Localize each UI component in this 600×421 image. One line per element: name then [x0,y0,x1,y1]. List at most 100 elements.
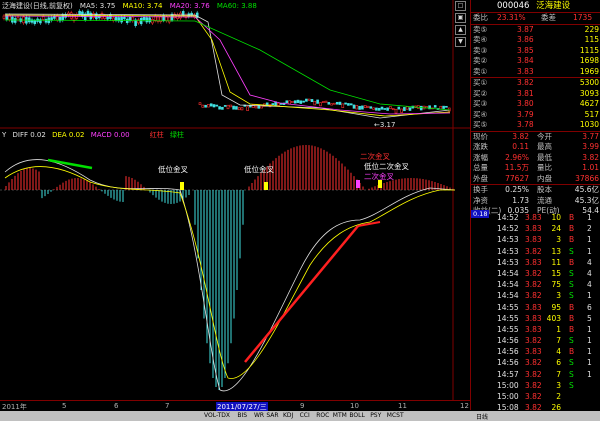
stat-label: 现价 [473,131,488,141]
buy-volume: 1030 [579,120,599,129]
chart-nav: □ ▣ ▲ ▼ [455,1,467,49]
tab-psy[interactable]: PSY [370,412,381,419]
tab-vol-tdx[interactable]: VOL-TDX [204,412,230,419]
candle-body [389,106,392,110]
axis-label-6: 6 [114,402,119,410]
candle-body [349,103,353,106]
axis-label-9: 9 [300,402,305,410]
candle-body [285,100,289,104]
tick-side: S [569,268,574,278]
tick-time: 14:53 [497,235,519,245]
sell-price: 3.87 [517,24,534,34]
buy-volume: 5300 [579,78,599,87]
candle-body [198,102,202,105]
stat-row: 换手 0.25% 股本 45.6亿 [471,185,600,196]
stat-row: 涨跌 0.11 最高 3.99 [471,142,600,153]
candle-body [377,107,381,111]
buy-row: 买② 3.81 3093 [471,89,600,100]
tab-bis[interactable]: BIS [237,412,247,419]
tick-time: 14:56 [497,358,519,368]
annotation-second-cross-magenta: 二次金叉 [364,172,394,181]
tick-volume: 11 [551,257,561,267]
tab-mcst[interactable]: MCST [387,412,404,419]
sell-row: 卖① 3.83 1969 [471,67,600,78]
tick-row: 14:55 3.83 95 B 6 [471,302,600,313]
tick-count: 1 [587,246,592,256]
tick-time: 14:54 [497,268,519,278]
ma10-value: MA10: 3.74 [122,2,163,10]
tick-price: 3.83 [525,313,542,323]
candle-body [347,103,350,106]
candle-body [13,18,17,23]
candle-body [142,16,146,21]
candle-body [333,102,336,105]
tick-price: 3.83 [525,324,542,334]
sell-label: 卖④ [473,35,488,44]
tick-volume: 10 [551,213,561,222]
candle-body [433,105,437,108]
tab-boll[interactable]: BOLL [349,412,364,419]
candle-body [439,105,443,110]
stat-label: 涨幅 [473,152,488,162]
stat-row: 总量 11.5万 量比 1.01 [471,163,600,174]
tick-price: 3.83 [525,257,542,267]
scroll-down-icon[interactable]: ▼ [455,37,466,47]
candle-body [41,16,45,20]
tick-count: 1 [587,324,592,334]
candlestick-chart[interactable] [0,0,470,410]
dea-line [4,166,455,379]
candle-body [341,103,345,109]
weibi-value: 23.31% [497,13,526,22]
tab-kdj[interactable]: KDJ [283,412,293,419]
tick-time: 14:54 [497,291,519,301]
tab-cci[interactable]: CCI [300,412,310,419]
candle-body [235,106,238,110]
buy-row: 买⑤ 3.78 1030 [471,120,600,131]
tab-sar[interactable]: SAR [266,412,278,419]
tick-list[interactable]: 14:52 3.83 10 B 1 14:52 3.83 24 B 2 14:53 3.83 3 B 1 14… [471,212,600,413]
zoom-out-icon[interactable]: ▣ [455,13,466,23]
buy-row: 买① 3.82 5300 [471,78,600,89]
tab-mtm[interactable]: MTM [333,412,347,419]
sell-row: 卖④ 3.86 115 [471,35,600,46]
tick-count: 1 [587,291,592,301]
ma5-line [4,13,451,119]
chart-area[interactable]: 泛海建设(日线,前复权) MA5: 3.75 MA10: 3.74 MA20: … [0,0,470,412]
candle-body [394,108,398,114]
candle-body [403,107,406,112]
candle-body [386,107,389,111]
tick-side: B [569,257,575,267]
tick-side: S [569,336,574,346]
annotation-golden-cross-2: 低位金叉 [244,165,274,174]
sell-orders: 卖⑤ 3.87 229 卖④ 3.86 115 卖③ 3.85 1115 卖② 3.84 1698 卖①… [471,23,600,78]
tick-time: 14:53 [497,257,519,267]
ma5-value: MA5: 3.75 [79,2,116,10]
tick-price: 3.82 [525,369,542,379]
candle-body [209,103,213,107]
buy-price: 3.79 [517,109,534,119]
stat-value-2: 45.3亿 [574,195,599,205]
candle-body [405,106,409,110]
red-trend-line [244,225,359,363]
scroll-up-icon[interactable]: ▲ [455,25,466,35]
candle-body [352,104,356,109]
diff-line [4,159,456,392]
candle-body [2,15,6,19]
tab-roc[interactable]: ROC [316,412,329,419]
stat-value: 2.96% [505,152,529,162]
buy-price: 3.82 [517,78,534,87]
ma60-line [4,19,451,111]
candle-body [221,106,224,110]
candle-body [204,104,207,108]
tick-time: 14:55 [497,313,519,323]
tab-wr[interactable]: WR [254,412,264,419]
axis-label-5: 5 [62,402,67,410]
sell-volume: 115 [584,35,599,44]
sell-label: 卖② [473,56,488,65]
zoom-in-icon[interactable]: □ [455,1,466,11]
tick-volume: 7 [556,336,561,346]
candle-body [313,100,317,106]
candle-body [419,105,423,111]
stock-name: 泛海建设 [536,1,571,11]
red-bar-label: 红柱 [149,131,164,139]
